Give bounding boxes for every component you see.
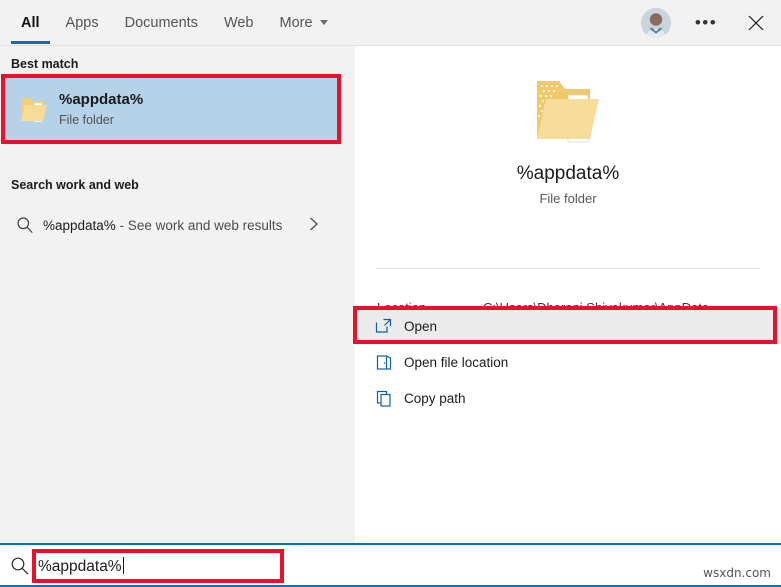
search-tabs: All Apps Documents Web More xyxy=(8,0,341,45)
copy-path-action[interactable]: Copy path xyxy=(355,380,781,416)
chevron-right-icon[interactable] xyxy=(306,215,322,238)
tab-all-label: All xyxy=(21,15,40,31)
preview-folder-icon xyxy=(355,73,781,149)
copy-icon xyxy=(364,390,404,407)
tab-documents-label: Documents xyxy=(125,15,198,31)
preview-subtitle: File folder xyxy=(355,191,781,206)
search-input-value: %appdata% xyxy=(38,558,122,575)
windows-search-window: All Apps Documents Web More xyxy=(0,0,781,543)
search-icon xyxy=(10,556,30,581)
folder-open-icon xyxy=(364,354,404,371)
watermark: wsxdn.com xyxy=(703,566,771,580)
search-header: All Apps Documents Web More xyxy=(0,0,781,46)
open-action-label: Open xyxy=(404,319,437,334)
results-column: Best match %appdata% File folder Search xyxy=(0,46,344,543)
tab-all[interactable]: All xyxy=(8,0,53,45)
open-file-location-label: Open file location xyxy=(404,355,508,370)
preview-panel: %appdata% File folder Location C:\Users\… xyxy=(355,46,781,543)
search-input[interactable]: %appdata% xyxy=(38,557,124,576)
copy-path-label: Copy path xyxy=(404,391,466,406)
close-icon xyxy=(748,15,764,31)
open-file-location-action[interactable]: Open file location xyxy=(355,344,781,380)
best-match-heading: Best match xyxy=(0,57,78,71)
tab-web-label: Web xyxy=(224,15,254,31)
preview-title: %appdata% xyxy=(355,163,781,185)
text-cursor xyxy=(123,557,124,574)
taskbar-search-bar[interactable]: %appdata% xyxy=(0,543,781,587)
tab-web[interactable]: Web xyxy=(211,0,267,45)
best-match-text: %appdata% File folder xyxy=(59,91,143,128)
tab-more-label: More xyxy=(280,15,313,31)
header-actions: ••• xyxy=(641,0,781,45)
open-external-icon xyxy=(364,318,404,334)
preview-action-list: Open Open file location xyxy=(355,308,781,416)
web-search-heading: Search work and web xyxy=(0,178,139,192)
best-match-title: %appdata% xyxy=(59,91,143,110)
preview-divider-top xyxy=(376,268,760,269)
tab-more[interactable]: More xyxy=(267,0,341,45)
best-match-result[interactable]: %appdata% File folder xyxy=(3,78,341,142)
folder-icon xyxy=(17,94,51,126)
tab-documents[interactable]: Documents xyxy=(112,0,211,45)
web-search-label: %appdata% - See work and web results xyxy=(43,218,282,233)
web-search-result[interactable]: %appdata% - See work and web results xyxy=(0,206,344,244)
avatar[interactable] xyxy=(641,8,671,38)
web-search-query: %appdata% xyxy=(43,218,116,233)
ellipsis-icon: ••• xyxy=(695,13,717,33)
chevron-down-icon xyxy=(320,20,328,25)
search-icon xyxy=(7,216,43,234)
close-button[interactable] xyxy=(733,0,779,45)
tab-apps[interactable]: Apps xyxy=(53,0,112,45)
web-search-suffix: - See work and web results xyxy=(116,218,283,233)
more-options-button[interactable]: ••• xyxy=(689,0,723,45)
tab-apps-label: Apps xyxy=(66,15,99,31)
open-action[interactable]: Open xyxy=(355,308,781,344)
best-match-subtitle: File folder xyxy=(59,113,143,129)
